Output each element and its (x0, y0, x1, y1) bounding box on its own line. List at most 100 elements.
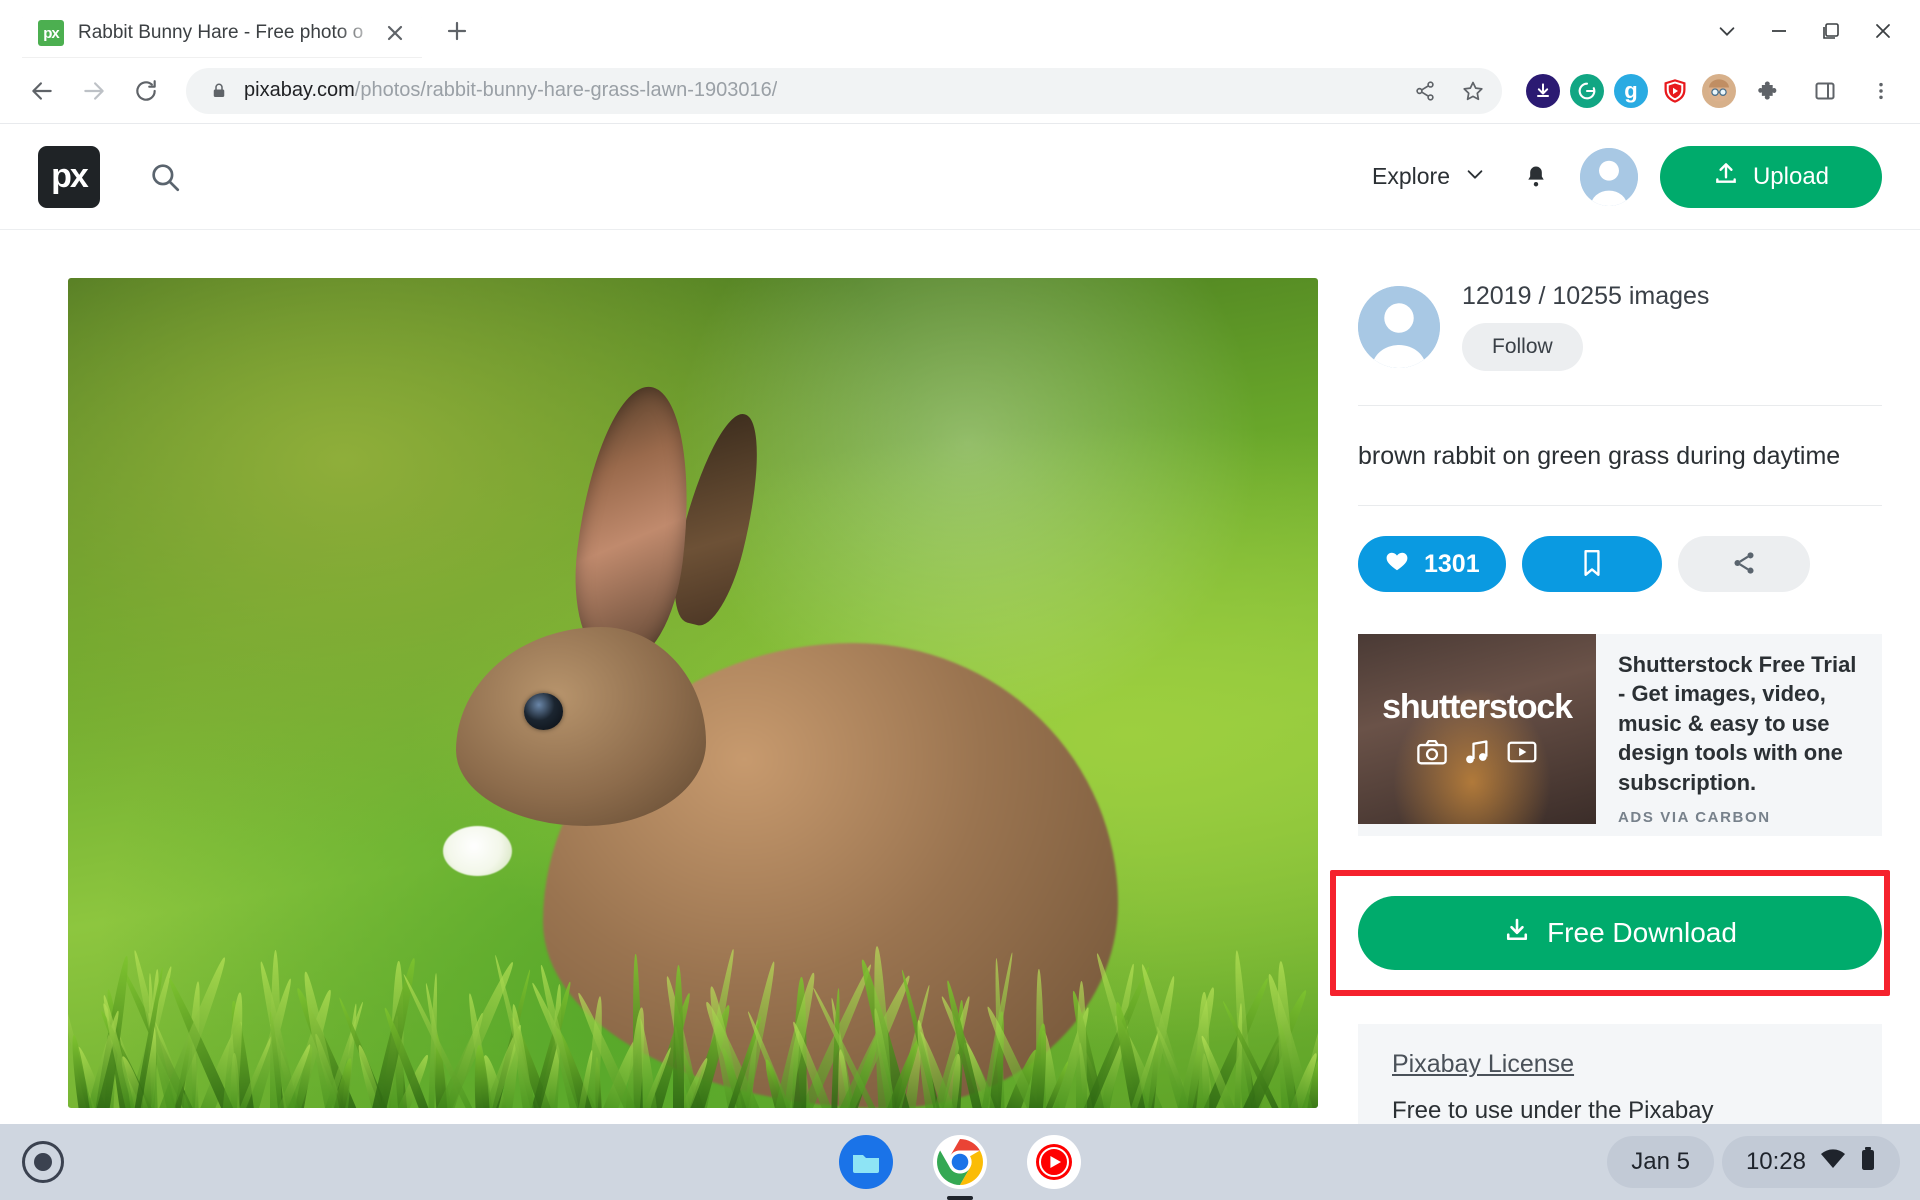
like-count: 1301 (1424, 549, 1480, 578)
url-path: /photos/rabbit-bunny-hare-grass-lawn-190… (354, 79, 778, 101)
site-header: px Explore Upload (0, 124, 1920, 230)
browser-tab[interactable]: px Rabbit Bunny Hare - Free photo o (22, 8, 422, 58)
page-content: 12019 / 10255 images Follow brown rabbit… (0, 230, 1920, 1124)
license-description: Free to use under the Pixabay (1392, 1097, 1714, 1124)
g-extension-icon[interactable]: g (1614, 73, 1648, 108)
grammarly-extension-icon[interactable] (1570, 73, 1604, 108)
download-manager-extension-icon[interactable] (1526, 73, 1560, 108)
forward-arrow-icon[interactable] (68, 65, 120, 117)
ad-attribution: ADS VIA CARBON (1618, 809, 1771, 827)
tab-title: Rabbit Bunny Hare - Free photo o (78, 22, 364, 43)
ad-headline: Shutterstock Free Trial - Get images, vi… (1618, 652, 1857, 795)
date-pill[interactable]: Jan 5 (1607, 1136, 1714, 1188)
author-row: 12019 / 10255 images Follow (1358, 282, 1882, 371)
tab-close-icon[interactable] (380, 18, 410, 48)
omnibox-actions (1402, 68, 1496, 114)
side-panel-icon[interactable] (1802, 68, 1848, 114)
url-domain: pixabay.com (244, 79, 355, 101)
ad-text-block: Shutterstock Free Trial - Get images, vi… (1596, 634, 1882, 836)
address-bar[interactable]: pixabay.com/photos/rabbit-bunny-hare-gra… (186, 67, 1502, 114)
youtube-music-app-icon[interactable] (1027, 1135, 1081, 1189)
camera-icon (1417, 739, 1447, 770)
browser-toolbar: pixabay.com/photos/rabbit-bunny-hare-gra… (0, 58, 1920, 124)
photo-description: brown rabbit on green grass during dayti… (1358, 442, 1841, 470)
three-dot-menu-icon[interactable] (1858, 68, 1904, 114)
lock-icon (208, 80, 230, 102)
system-tray: Jan 5 10:28 (1607, 1136, 1920, 1188)
new-tab-button[interactable] (438, 12, 476, 50)
rabbit-eye (524, 693, 563, 730)
adblock-shield-extension-icon[interactable] (1658, 74, 1692, 108)
site-header-right: Explore Upload (1350, 145, 1882, 208)
status-pill[interactable]: 10:28 (1721, 1136, 1900, 1188)
puzzle-piece-icon[interactable] (1746, 68, 1792, 114)
author-avatar-icon[interactable] (1358, 285, 1440, 368)
photo-sidebar: 12019 / 10255 images Follow brown rabbit… (1330, 278, 1890, 1124)
tab-search-chevron-down-icon[interactable] (1704, 10, 1750, 52)
share-icon[interactable] (1402, 68, 1448, 114)
share-icon (1731, 550, 1757, 579)
shelf-app-list (839, 1135, 1081, 1189)
upload-icon (1713, 160, 1739, 193)
shutterstock-wordmark: shutterstock (1382, 688, 1573, 726)
window-maximize-icon[interactable] (1808, 10, 1854, 52)
chrome-app-icon[interactable] (933, 1135, 987, 1189)
window-minimize-icon[interactable] (1756, 10, 1802, 52)
chevron-down-icon (1464, 163, 1486, 191)
address-bar-url: pixabay.com/photos/rabbit-bunny-hare-gra… (244, 79, 777, 102)
download-section: Free Download (1330, 870, 1890, 997)
user-avatar-icon[interactable] (1580, 147, 1638, 206)
window-controls (1704, 10, 1920, 52)
screen: px Rabbit Bunny Hare - Free photo o pixa… (0, 0, 1920, 1200)
page-viewport: px Explore Upload 12019 / 10255 images F… (0, 124, 1920, 1124)
extension-icons: g (1512, 68, 1904, 114)
bookmark-icon (1579, 548, 1605, 581)
heart-icon (1384, 548, 1410, 581)
explore-menu[interactable]: Explore (1350, 163, 1508, 191)
carbon-ad[interactable]: shutterstock Shutterstock Free Trial - G… (1358, 634, 1882, 837)
browser-tab-strip: px Rabbit Bunny Hare - Free photo o (0, 0, 1920, 58)
search-icon[interactable] (144, 156, 186, 198)
pixabay-logo[interactable]: px (38, 145, 100, 208)
save-button[interactable] (1521, 536, 1662, 592)
files-app-icon[interactable] (839, 1135, 893, 1189)
explore-label: Explore (1372, 163, 1450, 189)
notification-bell-icon[interactable] (1508, 163, 1564, 191)
free-download-label: Free Download (1547, 917, 1737, 949)
photo-column (68, 278, 1318, 1124)
battery-icon (1860, 1146, 1876, 1179)
pixabay-logo-text: px (51, 157, 89, 195)
shelf-date: Jan 5 (1631, 1148, 1690, 1175)
share-button[interactable] (1677, 536, 1810, 592)
photo-actions: 1301 (1358, 506, 1882, 592)
tab-favicon-pixabay: px (38, 20, 64, 46)
upload-label: Upload (1752, 162, 1830, 190)
tab-favicon-text: px (43, 24, 59, 42)
rabbit-near-ear (564, 380, 704, 666)
pixabay-license-link[interactable]: Pixabay License (1392, 1050, 1574, 1079)
main-photo-rabbit[interactable] (68, 278, 1318, 1108)
like-button[interactable]: 1301 (1358, 536, 1506, 592)
download-icon (1503, 916, 1531, 951)
reload-icon[interactable] (120, 65, 172, 117)
launcher-button[interactable] (0, 1141, 64, 1183)
wifi-icon (1820, 1148, 1846, 1177)
video-play-icon (1507, 739, 1537, 770)
upload-button[interactable]: Upload (1660, 145, 1882, 208)
music-note-icon (1463, 739, 1491, 770)
ad-media-icons (1417, 739, 1537, 770)
star-icon[interactable] (1450, 68, 1496, 114)
profile-avatar-extension-icon[interactable] (1702, 73, 1736, 108)
free-download-button[interactable]: Free Download (1358, 896, 1882, 971)
shelf-time: 10:28 (1745, 1148, 1806, 1175)
license-section: Pixabay License Free to use under the Pi… (1358, 1024, 1882, 1124)
system-shelf: Jan 5 10:28 (0, 1124, 1920, 1200)
grass-foreground (68, 726, 1318, 1108)
author-images-count: 12019 / 10255 images (1462, 282, 1710, 310)
launcher-circle-icon (22, 1141, 64, 1183)
ad-image-shutterstock: shutterstock (1358, 634, 1596, 824)
author-meta: 12019 / 10255 images Follow (1462, 282, 1882, 371)
follow-button[interactable]: Follow (1462, 323, 1583, 371)
window-close-icon[interactable] (1860, 10, 1906, 52)
back-arrow-icon[interactable] (16, 65, 68, 117)
